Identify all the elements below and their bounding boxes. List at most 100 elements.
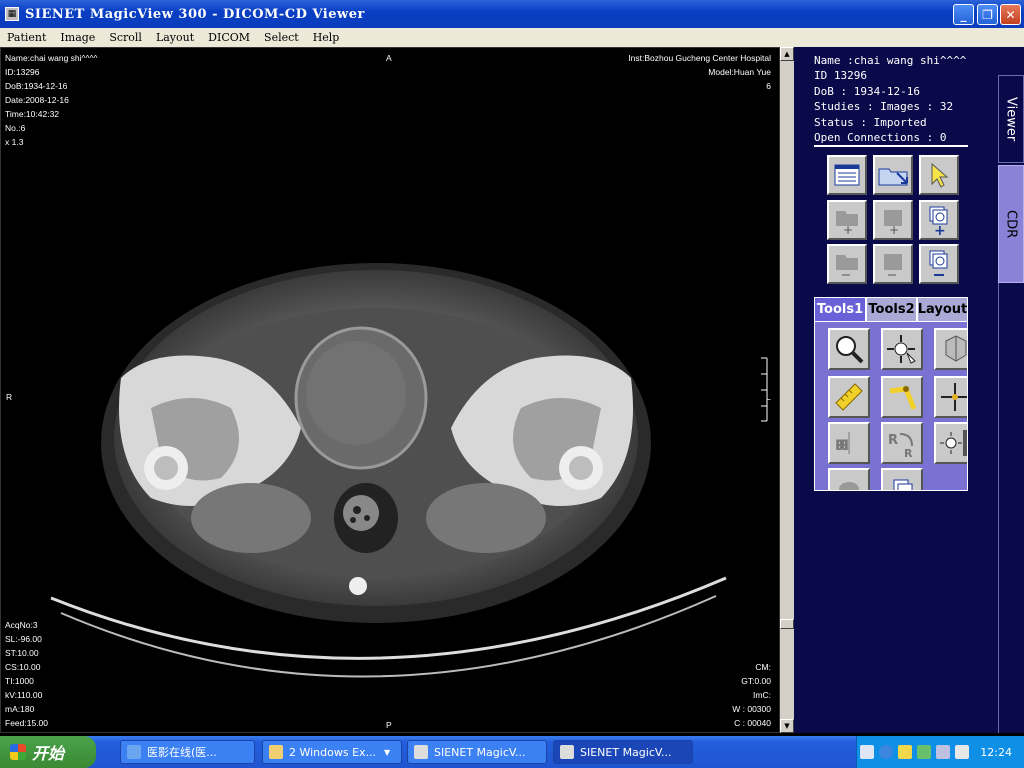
orientation-left: L	[766, 392, 771, 402]
app-icon[interactable]: ▦	[5, 7, 19, 21]
task-label: SIENET MagicV...	[434, 745, 526, 759]
info-dob: DoB : 1934-12-16	[814, 84, 920, 98]
add-image-icon[interactable]: +	[919, 200, 959, 240]
ct-image	[50, 263, 768, 678]
pointer-icon[interactable]	[919, 155, 959, 195]
info-separator	[814, 145, 968, 147]
display-icon[interactable]	[936, 745, 951, 759]
overlay-ti: TI:1000	[5, 676, 34, 686]
overlay-window-width: W : 00300	[732, 704, 771, 714]
clock[interactable]: 12:24	[980, 746, 1012, 759]
overlay-window-center: C : 00040	[734, 718, 771, 728]
3d-cube-icon[interactable]	[934, 328, 967, 370]
tab-layout[interactable]: Layout	[917, 297, 968, 321]
tab-cdr[interactable]: CDR	[998, 165, 1024, 283]
task-item[interactable]: SIENET MagicV...	[407, 740, 547, 764]
task-item[interactable]: 医影在线(医...	[120, 740, 255, 764]
task-label: SIENET MagicV...	[580, 745, 672, 759]
tab-tools2[interactable]: Tools2	[866, 297, 917, 321]
orientation-posterior: P	[386, 720, 392, 730]
menu-patient[interactable]: Patient	[0, 31, 53, 44]
add-folder-icon[interactable]: +	[827, 200, 867, 240]
overlay-feed: Feed:15.00	[5, 718, 49, 728]
tray-expand-icon[interactable]	[879, 745, 894, 759]
tab-tools1[interactable]: Tools1	[814, 297, 866, 321]
minimize-button[interactable]: _	[953, 4, 974, 25]
info-studies: Studies : Images : 32	[814, 100, 954, 114]
scroll-thumb[interactable]	[780, 619, 794, 629]
tab-cdr-label: CDR	[1003, 209, 1019, 239]
crosshair-icon[interactable]	[934, 376, 967, 418]
overlay-patient-id: ID:13296	[5, 67, 40, 77]
orientation-right: R	[6, 392, 13, 402]
ie-icon	[127, 745, 141, 759]
overlay-dob: DoB:1934-12-16	[5, 81, 68, 91]
brightness-icon[interactable]	[934, 422, 967, 464]
app-icon	[560, 745, 574, 759]
menu-image[interactable]: Image	[53, 31, 102, 44]
overlay-bottom-left: AcqNo:3 SL:-96.00 ST:10.00 CS:10.00 TI:1…	[5, 618, 48, 730]
overlay-number: No.:6	[5, 123, 26, 133]
svg-text:R: R	[888, 433, 898, 448]
menu-scroll[interactable]: Scroll	[102, 31, 149, 44]
ruler-icon[interactable]	[828, 376, 870, 418]
rotate-icon[interactable]: RR	[881, 422, 923, 464]
runner-icon[interactable]	[955, 745, 970, 759]
menu-help[interactable]: Help	[306, 31, 347, 44]
menu-layout[interactable]: Layout	[149, 31, 201, 44]
open-folder-icon[interactable]	[873, 155, 913, 195]
scroll-down-icon[interactable]: ▼	[780, 719, 794, 733]
overlay-cs: CS:10.00	[5, 662, 41, 672]
overlay-zoom: x 1.3	[5, 137, 24, 147]
overlay-model: Model:Huan Yue	[708, 67, 771, 77]
add-series-icon[interactable]: +	[873, 200, 913, 240]
task-item-active[interactable]: SIENET MagicV...	[553, 740, 693, 764]
patient-info: Name :chai wang shi^^^^ ID 13296 DoB : 1…	[814, 53, 966, 145]
keyboard-icon[interactable]	[860, 745, 875, 759]
flip-horizontal-icon[interactable]: RR	[828, 422, 870, 464]
antivirus-icon[interactable]	[917, 745, 932, 759]
remove-folder-icon[interactable]	[827, 244, 867, 284]
group-dropdown-icon: ▼	[384, 747, 391, 757]
svg-text:+: +	[934, 223, 946, 235]
tab-viewer[interactable]: Viewer	[998, 75, 1024, 163]
side-tab-rail	[998, 283, 1024, 733]
menu-bar: Patient Image Scroll Layout DICOM Select…	[0, 28, 1024, 47]
remove-image-icon[interactable]	[919, 244, 959, 284]
pan-icon[interactable]	[881, 328, 923, 370]
title-bar: ▦ SIENET MagicView 300 - DICOM-CD Viewer…	[0, 0, 1024, 28]
folder-icon	[269, 745, 283, 759]
image-scrollbar[interactable]: ▲ ▼	[780, 47, 794, 733]
image-viewport[interactable]: Name:chai wang shi^^^^ ID:13296 DoB:1934…	[0, 47, 780, 733]
ellipse-roi-icon[interactable]	[828, 468, 870, 490]
network-icon[interactable]	[898, 745, 913, 759]
info-id: ID 13296	[814, 69, 867, 83]
overlay-ma: mA:180	[5, 704, 35, 714]
task-item[interactable]: 2 Windows Ex... ▼	[262, 740, 402, 764]
start-button[interactable]: 开始	[0, 736, 96, 768]
menu-dicom[interactable]: DICOM	[201, 31, 257, 44]
overlay-institution: Inst:Bozhou Gucheng Center Hospital	[628, 53, 771, 63]
angle-icon[interactable]	[881, 376, 923, 418]
magnifier-icon[interactable]	[828, 328, 870, 370]
info-name: Name :chai wang shi^^^^	[814, 54, 967, 67]
close-button[interactable]: ✕	[1000, 4, 1021, 25]
overlay-imc: ImC:	[753, 690, 771, 700]
overlay-image-number: 6	[766, 81, 771, 91]
copy-icon[interactable]	[881, 468, 923, 490]
worklist-icon[interactable]	[827, 155, 867, 195]
svg-text:R: R	[904, 447, 913, 458]
scroll-up-icon[interactable]: ▲	[780, 47, 794, 61]
maximize-button[interactable]: ❐	[977, 4, 998, 25]
menu-select[interactable]: Select	[257, 31, 306, 44]
tab-viewer-label: Viewer	[1003, 96, 1019, 142]
info-status: Status : Imported	[814, 115, 927, 129]
overlay-slice-location: SL:-96.00	[5, 634, 42, 644]
windows-logo-icon	[10, 744, 26, 760]
remove-series-icon[interactable]	[873, 244, 913, 284]
system-tray: 12:24	[856, 736, 1024, 768]
task-label: 医影在线(医...	[147, 746, 217, 759]
orientation-anterior: A	[386, 53, 392, 63]
overlay-gt: GT:0.00	[741, 676, 771, 686]
overlay-acq-no: AcqNo:3	[5, 620, 38, 630]
